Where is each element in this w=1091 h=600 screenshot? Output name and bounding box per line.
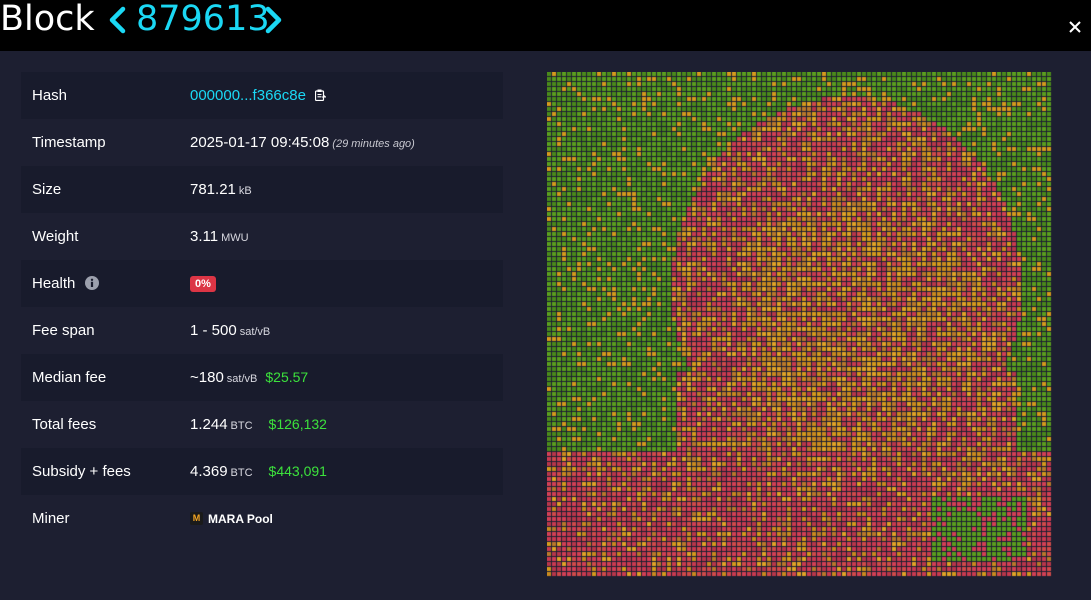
subsidy-fees-value: 4.369 BTC $443,091: [190, 448, 327, 497]
timestamp-relative: (29 minutes ago): [332, 138, 415, 150]
size-row: Size 781.21 kB: [21, 166, 503, 213]
chevron-left-icon: [109, 6, 126, 34]
timestamp-value: 2025-01-17 09:45:08 (29 minutes ago): [190, 119, 415, 168]
weight-value: 3.11 MWU: [190, 213, 249, 262]
health-label: Health: [32, 275, 76, 292]
weight-unit: MWU: [221, 232, 249, 244]
health-value: 0%: [190, 260, 216, 307]
health-badge: 0%: [190, 276, 216, 293]
median-fee-value: ~180 sat/vB $25.57: [190, 354, 308, 403]
weight-row: Weight 3.11 MWU: [21, 213, 503, 260]
miner-link[interactable]: M MARA Pool: [190, 495, 273, 543]
next-block-button[interactable]: [258, 5, 288, 35]
page-title: Block: [0, 0, 95, 39]
fee-span-range: 1 - 500: [190, 322, 237, 339]
block-details-table: Hash 000000...f366c8e Timestamp 2025-01-…: [21, 72, 503, 542]
median-fee-label: Median fee: [32, 369, 107, 386]
hash-value: 000000...f366c8e: [190, 72, 327, 119]
median-fee-usd: $25.57: [265, 369, 309, 385]
total-fees-number: 1.244: [190, 416, 228, 433]
block-details-panel: Hash 000000...f366c8e Timestamp 2025-01-…: [0, 51, 1091, 600]
hash-row: Hash 000000...f366c8e: [21, 72, 503, 119]
info-circle-icon[interactable]: [85, 276, 99, 290]
weight-number: 3.11: [190, 228, 219, 245]
block-transactions-visualization[interactable]: [547, 72, 1055, 580]
median-fee-number: ~180: [190, 369, 224, 386]
weight-label: Weight: [32, 228, 79, 245]
health-row: Health 0%: [21, 260, 503, 307]
mara-logo-icon: M: [190, 511, 203, 525]
size-value: 781.21 kB: [190, 166, 252, 215]
total-fees-usd: $126,132: [268, 416, 327, 432]
block-header: Block 879613: [0, 0, 1091, 51]
median-fee-unit: sat/vB: [226, 373, 258, 385]
median-fee-row: Median fee ~180 sat/vB $25.57: [21, 354, 503, 401]
size-label: Size: [32, 181, 62, 198]
close-button[interactable]: [1066, 18, 1084, 36]
total-fees-unit: BTC: [230, 420, 253, 432]
total-fees-value: 1.244 BTC $126,132: [190, 401, 327, 450]
subsidy-fees-unit: BTC: [230, 467, 253, 479]
fee-span-row: Fee span 1 - 500 sat/vB: [21, 307, 503, 354]
total-fees-label: Total fees: [32, 416, 97, 433]
fee-span-unit: sat/vB: [239, 326, 271, 338]
subsidy-fees-number: 4.369: [190, 463, 228, 480]
close-icon: [1069, 21, 1081, 33]
timestamp-datetime: 2025-01-17 09:45:08: [190, 134, 330, 151]
size-number: 781.21: [190, 181, 236, 198]
miner-name: MARA Pool: [208, 512, 273, 526]
hash-link[interactable]: 000000...f366c8e: [190, 87, 306, 104]
subsidy-fees-label: Subsidy + fees: [32, 463, 131, 480]
clipboard-icon[interactable]: [315, 89, 327, 101]
miner-row: Miner M MARA Pool: [21, 495, 503, 542]
chevron-right-icon: [265, 6, 282, 34]
timestamp-row: Timestamp 2025-01-17 09:45:08 (29 minutes…: [21, 119, 503, 166]
fee-span-value: 1 - 500 sat/vB: [190, 307, 270, 356]
hash-label: Hash: [32, 87, 68, 104]
block-height-link[interactable]: 879613: [136, 0, 270, 40]
fee-span-label: Fee span: [32, 322, 95, 339]
miner-label: Miner: [32, 510, 70, 527]
total-fees-row: Total fees 1.244 BTC $126,132: [21, 401, 503, 448]
subsidy-fees-row: Subsidy + fees 4.369 BTC $443,091: [21, 448, 503, 495]
size-unit: kB: [238, 185, 252, 197]
subsidy-fees-usd: $443,091: [268, 463, 327, 479]
timestamp-label: Timestamp: [32, 134, 106, 151]
previous-block-button[interactable]: [103, 5, 133, 35]
